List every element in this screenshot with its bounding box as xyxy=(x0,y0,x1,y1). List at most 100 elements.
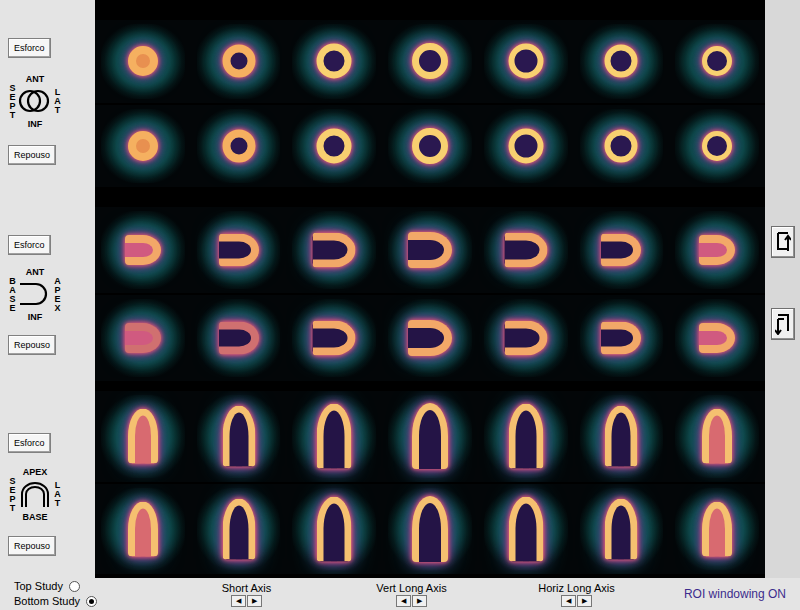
navigator-label: Vert Long Axis xyxy=(376,582,446,595)
myocardium xyxy=(128,46,158,76)
orientation-right: APEX xyxy=(53,277,62,313)
myocardium xyxy=(317,44,352,79)
slice-image xyxy=(478,484,574,575)
navigator-buttons: ◀▶ xyxy=(561,595,592,607)
slice-image xyxy=(191,484,287,575)
roi-status: ROI windowing ON xyxy=(684,587,786,601)
view-controls: EsforcoANTBASEAPEXINFRepouso xyxy=(0,195,95,385)
myocardium xyxy=(605,45,638,78)
myocardium xyxy=(219,322,259,355)
view-controls: Esforco ANTSEPTLATINF Repouso xyxy=(0,0,95,195)
slice-image xyxy=(95,391,191,482)
slice-image xyxy=(574,484,670,575)
study-label: Bottom Study xyxy=(14,595,80,608)
slice-image xyxy=(574,105,670,188)
orientation-top: ANT xyxy=(26,268,45,277)
myocardium xyxy=(702,501,732,556)
slice-image xyxy=(286,295,382,381)
slice-section xyxy=(95,195,765,385)
slice-image xyxy=(574,391,670,482)
previous-slice-button[interactable]: ◀ xyxy=(561,595,576,607)
myocardium xyxy=(408,320,452,356)
myocardium xyxy=(702,409,732,464)
study-option[interactable]: Bottom Study xyxy=(14,595,164,608)
previous-slice-button[interactable]: ◀ xyxy=(396,595,411,607)
stress-button[interactable]: Esforco xyxy=(8,38,51,58)
slice-image xyxy=(286,207,382,293)
navigator-label: Short Axis xyxy=(222,582,272,595)
orientation-left: SEPT xyxy=(8,477,17,513)
slice-image xyxy=(286,105,382,188)
myocardium xyxy=(408,232,452,268)
slice-image xyxy=(382,20,478,103)
myocardium xyxy=(508,404,543,469)
vertical-axis-icon xyxy=(18,281,52,307)
stress-button[interactable]: Esforco xyxy=(8,235,51,255)
slice-image xyxy=(382,105,478,188)
rest-slice-row xyxy=(95,105,765,188)
next-slice-button[interactable]: ▶ xyxy=(247,595,262,607)
swap-up-button[interactable] xyxy=(771,226,795,258)
horizontal-axis-icon xyxy=(18,481,52,507)
myocardium xyxy=(412,496,448,562)
myocardium xyxy=(504,321,547,356)
orientation-left: SEPT xyxy=(8,84,17,120)
orientation-bottom: INF xyxy=(28,313,43,322)
myocardium xyxy=(222,406,255,467)
orientation-diagram: APEXSEPTLATBASE xyxy=(8,468,62,522)
myocardium xyxy=(702,46,732,76)
stress-button[interactable]: Esforco xyxy=(8,433,51,453)
slice-image xyxy=(669,391,765,482)
slice-section xyxy=(95,385,765,578)
next-slice-button[interactable]: ▶ xyxy=(412,595,427,607)
myocardium xyxy=(128,501,158,556)
slice-image xyxy=(382,207,478,293)
slice-image xyxy=(95,207,191,293)
orientation-right: LAT xyxy=(53,481,62,508)
slice-image xyxy=(286,20,382,103)
myocardium xyxy=(219,234,259,267)
image-area xyxy=(95,0,765,578)
rest-button[interactable]: Repouso xyxy=(8,335,56,355)
rest-slice-row xyxy=(95,484,765,575)
slice-image xyxy=(382,484,478,575)
slice-image xyxy=(286,484,382,575)
slice-image xyxy=(669,105,765,188)
navigator-buttons: ◀▶ xyxy=(396,595,427,607)
slice-image xyxy=(191,207,287,293)
swap-down-button[interactable] xyxy=(771,308,795,340)
myocardium xyxy=(699,323,735,353)
slice-section xyxy=(95,0,765,195)
myocardium xyxy=(313,233,356,268)
study-selector: Top Study Bottom Study xyxy=(14,580,164,608)
myocardium xyxy=(128,409,158,464)
swap-arrows-icon xyxy=(775,231,791,253)
slice-image xyxy=(95,105,191,188)
orientation-diagram: ANTSEPTLATINF xyxy=(8,75,62,129)
myocardium xyxy=(222,45,255,78)
slice-image xyxy=(669,20,765,103)
bottom-bar: Top StudyBottom StudyShort Axis◀▶Vert Lo… xyxy=(0,578,800,610)
slice-image xyxy=(574,207,670,293)
study-radio[interactable] xyxy=(86,596,97,607)
study-option[interactable]: Top Study xyxy=(14,580,164,593)
myocardium xyxy=(605,129,638,162)
slice-image xyxy=(574,295,670,381)
next-slice-button[interactable]: ▶ xyxy=(577,595,592,607)
orientation-top: APEX xyxy=(23,468,48,477)
previous-slice-button[interactable]: ◀ xyxy=(231,595,246,607)
myocardium xyxy=(125,235,161,265)
study-radio[interactable] xyxy=(69,581,80,592)
myocardium xyxy=(412,43,448,79)
rest-button[interactable]: Repouso xyxy=(8,145,56,165)
navigator-label: Horiz Long Axis xyxy=(538,582,614,595)
short-axis-icon xyxy=(18,88,52,114)
myocardium xyxy=(222,498,255,559)
myocardium xyxy=(504,233,547,268)
slice-navigators: Short Axis◀▶Vert Long Axis◀▶Horiz Long A… xyxy=(164,582,678,607)
slice-image xyxy=(95,20,191,103)
myocardium xyxy=(128,131,158,161)
myocardium xyxy=(313,321,356,356)
slice-navigator: Vert Long Axis◀▶ xyxy=(329,582,494,607)
rest-button[interactable]: Repouso xyxy=(8,536,56,556)
